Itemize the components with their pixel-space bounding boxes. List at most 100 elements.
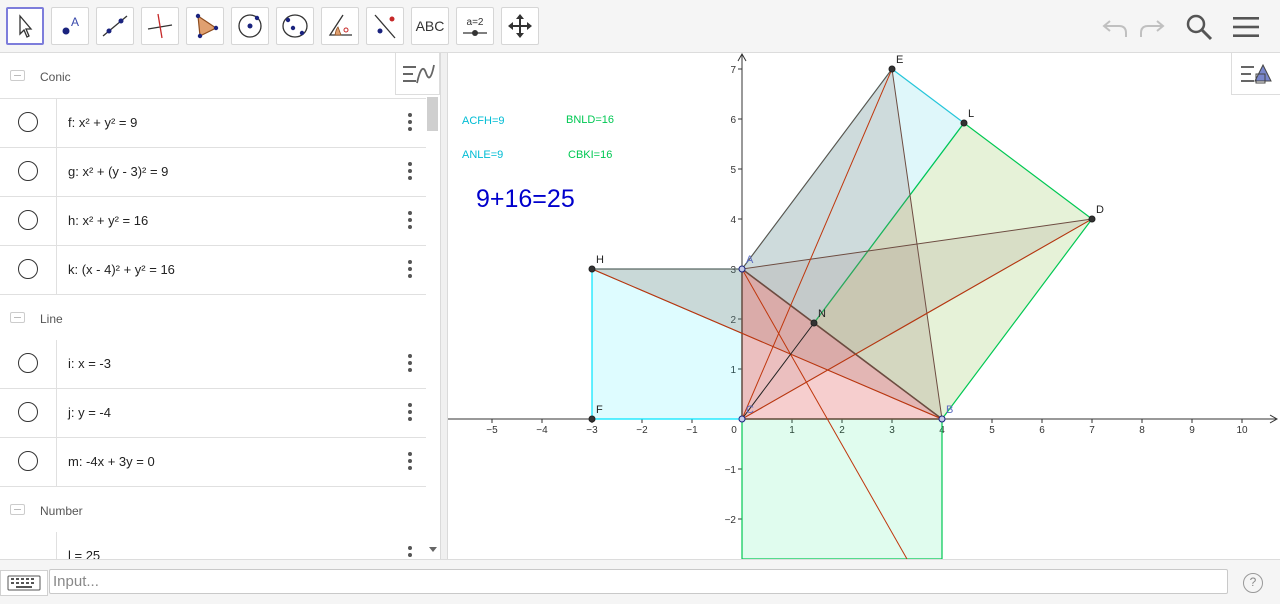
algebra-expression[interactable]: i: x = -3 <box>68 356 111 371</box>
perpendicular-tool[interactable] <box>141 7 179 45</box>
svg-text:A: A <box>71 15 79 29</box>
y-tick-label: 5 <box>730 165 736 176</box>
point-n[interactable] <box>810 319 818 327</box>
point-d[interactable] <box>1088 215 1096 223</box>
point-e[interactable] <box>888 65 896 73</box>
more-options-icon[interactable] <box>403 450 417 472</box>
algebra-expression[interactable]: l = 25 <box>68 548 100 559</box>
algebra-row[interactable]: f: x² + y² = 9 <box>0 99 426 148</box>
more-options-icon[interactable] <box>403 352 417 374</box>
scroll-thumb[interactable] <box>427 97 438 131</box>
x-tick-label: 6 <box>1039 425 1045 436</box>
polygon-tool[interactable] <box>186 7 224 45</box>
algebra-expression[interactable]: f: x² + y² = 9 <box>68 115 137 130</box>
algebra-row[interactable]: h: x² + y² = 16 <box>0 197 426 246</box>
group-header-number[interactable]: Number <box>0 487 426 533</box>
algebra-scrollbar[interactable] <box>426 53 440 559</box>
visibility-toggle[interactable] <box>18 112 38 132</box>
more-options-icon[interactable] <box>403 258 417 280</box>
visibility-toggle[interactable] <box>18 161 38 181</box>
line-icon <box>102 15 128 37</box>
point-label-n: N <box>818 308 826 320</box>
collapse-icon[interactable] <box>10 504 25 515</box>
move-graphics-tool[interactable] <box>501 7 539 45</box>
keyboard-button[interactable] <box>0 570 48 596</box>
text-anle[interactable]: ANLE=9 <box>462 149 503 161</box>
collapse-icon[interactable] <box>10 70 25 81</box>
visibility-toggle[interactable] <box>18 259 38 279</box>
group-label: Conic <box>40 70 71 84</box>
algebra-style-bar-button[interactable] <box>395 53 440 95</box>
slider-tool[interactable]: a=2 <box>456 7 494 45</box>
text-cbki[interactable]: CBKI=16 <box>568 149 612 161</box>
algebra-row[interactable]: g: x² + (y - 3)² = 9 <box>0 148 426 197</box>
help-button[interactable]: ? <box>1243 573 1263 593</box>
text-bnld[interactable]: BNLD=16 <box>566 114 614 126</box>
perpendicular-icon <box>147 13 173 39</box>
search-icon <box>1186 14 1213 41</box>
group-header-line[interactable]: Line <box>0 295 426 341</box>
point-c[interactable] <box>738 415 746 423</box>
graphics-view[interactable]: −5 −4 −3 −2 −1 0 1 2 3 4 5 6 7 8 9 10 −2 −1 1 2 3 4 5 6 7 ABCDE… <box>448 53 1280 559</box>
text-tool[interactable]: ABC <box>411 7 449 45</box>
scroll-down-arrow-icon[interactable] <box>429 547 437 552</box>
visibility-toggle[interactable] <box>18 451 38 471</box>
move-tool[interactable] <box>6 7 44 45</box>
point-b[interactable] <box>938 415 946 423</box>
y-tick-label: 7 <box>730 65 736 76</box>
point-h[interactable] <box>588 265 596 273</box>
graphics-canvas[interactable]: −5 −4 −3 −2 −1 0 1 2 3 4 5 6 7 8 9 10 −2−11234567 ABCDE… <box>448 53 1280 559</box>
point-f[interactable] <box>588 415 596 423</box>
angle-tool[interactable] <box>321 7 359 45</box>
redo-button[interactable] <box>1133 8 1171 46</box>
visibility-toggle[interactable] <box>18 210 38 230</box>
circle-three-points-icon <box>282 14 308 38</box>
point-a[interactable] <box>738 265 746 273</box>
x-tick-label: 7 <box>1089 425 1095 436</box>
search-button[interactable] <box>1180 8 1218 46</box>
visibility-toggle[interactable] <box>18 353 38 373</box>
line-tool[interactable] <box>96 7 134 45</box>
square-bcki[interactable] <box>741 418 943 559</box>
algebra-expression[interactable]: j: y = -4 <box>68 405 111 420</box>
algebra-expression[interactable]: m: -4x + 3y = 0 <box>68 454 155 469</box>
text-acfh[interactable]: ACFH=9 <box>462 115 505 127</box>
x-tick-label: 0 <box>731 425 737 436</box>
slider-icon <box>463 29 487 36</box>
more-options-icon[interactable] <box>403 544 417 559</box>
algebra-row[interactable]: k: (x - 4)² + y² = 16 <box>0 246 426 295</box>
circle-tool[interactable] <box>231 7 269 45</box>
algebra-expression[interactable]: k: (x - 4)² + y² = 16 <box>68 262 175 277</box>
style-bar-icon <box>1241 63 1272 83</box>
algebra-row[interactable]: l = 25 <box>0 532 426 559</box>
collapse-icon[interactable] <box>10 312 25 323</box>
y-tick-label: −1 <box>725 465 737 476</box>
menu-button[interactable] <box>1227 8 1265 46</box>
algebra-row[interactable]: i: x = -3 <box>0 340 426 389</box>
algebra-row[interactable]: j: y = -4 <box>0 389 426 438</box>
point-label-c: C <box>746 404 754 416</box>
algebra-row[interactable]: m: -4x + 3y = 0 <box>0 438 426 487</box>
circle-three-points-tool[interactable] <box>276 7 314 45</box>
more-options-icon[interactable] <box>403 160 417 182</box>
more-options-icon[interactable] <box>403 401 417 423</box>
group-header-conic[interactable]: Conic <box>0 53 426 99</box>
algebra-expression[interactable]: h: x² + y² = 16 <box>68 213 148 228</box>
view-splitter[interactable] <box>440 53 448 559</box>
point-icon: A <box>62 15 79 35</box>
input-field[interactable] <box>49 569 1228 594</box>
more-options-icon[interactable] <box>403 209 417 231</box>
text-sum[interactable]: 9+16=25 <box>476 185 575 213</box>
algebra-expression[interactable]: g: x² + (y - 3)² = 9 <box>68 164 168 179</box>
move-arrows-icon <box>508 14 532 38</box>
angle-icon <box>328 14 352 36</box>
graphics-style-bar-button[interactable] <box>1231 53 1280 95</box>
point-label-a: A <box>746 254 754 266</box>
x-tick-label: −4 <box>536 425 548 436</box>
undo-button[interactable] <box>1096 8 1134 46</box>
reflect-tool[interactable] <box>366 7 404 45</box>
point-l[interactable] <box>960 119 968 127</box>
visibility-toggle[interactable] <box>18 402 38 422</box>
more-options-icon[interactable] <box>403 111 417 133</box>
point-tool[interactable]: A <box>51 7 89 45</box>
